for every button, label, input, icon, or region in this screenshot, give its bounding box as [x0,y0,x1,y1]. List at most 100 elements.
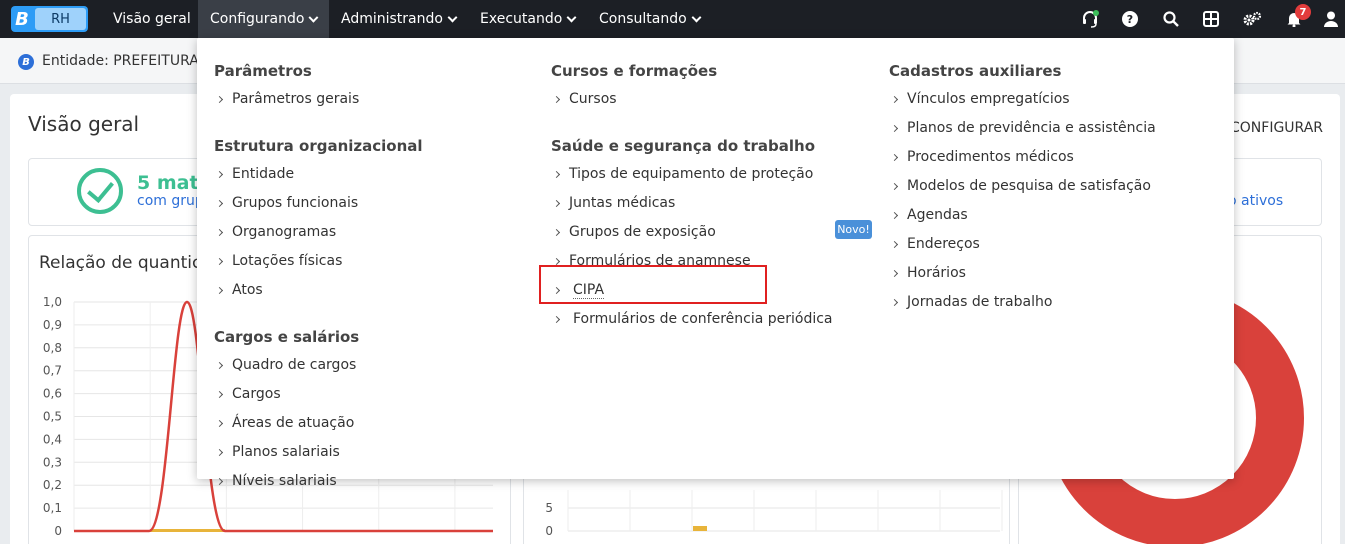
chevron-right-icon [890,124,899,132]
chevron-right-icon [215,448,224,456]
menu-section-title: Estrutura organizacional [214,137,423,155]
nav-label: Executando [480,11,563,27]
logo-letter: B [15,8,29,30]
menu-item-label: Jornadas de trabalho [907,294,1053,310]
chevron-right-icon [215,199,224,207]
search-icon[interactable] [1158,0,1184,38]
menu-item-modelos-de-pesquisa-de-satisfacao[interactable]: Modelos de pesquisa de satisfação [890,178,1151,194]
app-logo[interactable]: B RH [11,6,88,32]
menu-item-label: Grupos funcionais [232,195,359,211]
user-avatar-icon[interactable] [1318,0,1344,38]
nav-label: Administrando [341,11,443,27]
configure-link[interactable]: CONFIGURAR [1230,120,1323,136]
chevron-right-icon [552,315,561,323]
bar [693,526,707,531]
chevron-right-icon [890,153,899,161]
menu-item-label: Atos [232,282,263,298]
nav-administrando[interactable]: Administrando [329,0,468,38]
notifications-bell-icon[interactable]: 7 [1281,0,1311,38]
chevron-right-icon [215,95,224,103]
menu-item-entidade[interactable]: Entidade [215,166,294,182]
menu-item-label: Lotações físicas [232,253,343,269]
menu-section-title: Parâmetros [214,62,312,80]
y-tick-label: 5 [545,501,553,515]
chevron-right-icon [215,477,224,485]
chevron-right-icon [215,361,224,369]
nav-label: Configurando [210,11,305,27]
stat-sub-link[interactable]: com grup [137,193,204,209]
chevron-down-icon [566,12,577,22]
chevron-right-icon [890,182,899,190]
nav-executando[interactable]: Executando [468,0,587,38]
page-title: Visão geral [28,112,140,136]
menu-item-agendas[interactable]: Agendas [890,207,968,223]
menu-item-planos-salariais[interactable]: Planos salariais [215,444,340,460]
support-headset-icon[interactable] [1077,0,1103,38]
y-tick-label: 0,1 [43,501,62,515]
entity-name[interactable]: Entidade: PREFEITURA D [42,53,214,69]
svg-text:?: ? [1127,13,1133,26]
chevron-right-icon [552,199,561,207]
new-badge: Novo! [835,220,872,239]
menu-item-formularios-de-conferencia-periodica[interactable]: Formulários de conferência periódica [552,311,833,327]
menu-item-procedimentos-medicos[interactable]: Procedimentos médicos [890,149,1074,165]
menu-item-organogramas[interactable]: Organogramas [215,224,336,240]
chevron-right-icon [552,170,561,178]
menu-item-parametros-gerais[interactable]: Parâmetros gerais [215,91,359,107]
menu-item-juntas-medicas[interactable]: Juntas médicas [552,195,675,211]
stat-right-link[interactable]: o ativos [1228,193,1283,209]
check-circle-icon [77,168,123,214]
y-tick-label: 0,4 [43,432,62,446]
menu-item-label: Agendas [907,207,968,223]
y-tick-label: 0,8 [43,341,62,355]
baseline-series [150,529,225,532]
menu-item-grupos-de-exposicao[interactable]: Grupos de exposição [552,224,716,240]
chevron-right-icon [215,286,224,294]
menu-item-areas-de-atuacao[interactable]: Áreas de atuação [215,415,354,431]
menu-item-label: Juntas médicas [569,195,676,211]
menu-item-label: Cursos [569,91,617,107]
menu-item-enderecos[interactable]: Endereços [890,236,980,252]
menu-item-label: Endereços [907,236,980,252]
nav-label: Visão geral [113,11,191,27]
settings-gears-icon[interactable] [1239,0,1265,38]
apps-grid-icon[interactable] [1198,0,1224,38]
highlight-box [539,265,767,304]
y-tick-label: 0,2 [43,478,62,492]
chevron-right-icon [215,390,224,398]
menu-item-cursos[interactable]: Cursos [552,91,617,107]
bar-chart: 50 [545,490,1003,538]
chevron-right-icon [890,298,899,306]
chevron-right-icon [552,95,561,103]
chevron-down-icon [691,12,702,22]
chevron-right-icon [215,170,224,178]
chevron-right-icon [890,240,899,248]
menu-item-planos-de-previdencia-e-assistencia[interactable]: Planos de previdência e assistência [890,120,1156,136]
menu-item-label: Grupos de exposição [569,224,716,240]
menu-section-title: Cadastros auxiliares [889,62,1062,80]
nav-configurando[interactable]: Configurando [198,0,329,38]
menu-item-niveis-salariais[interactable]: Níveis salariais [215,473,337,489]
chevron-right-icon [215,228,224,236]
nav-consultando[interactable]: Consultando [587,0,712,38]
menu-item-label: Vínculos empregatícios [907,91,1070,107]
menu-item-atos[interactable]: Atos [215,282,263,298]
menu-item-label: Organogramas [232,224,337,240]
menu-item-quadro-de-cargos[interactable]: Quadro de cargos [215,357,356,373]
menu-item-jornadas-de-trabalho[interactable]: Jornadas de trabalho [890,294,1052,310]
menu-item-grupos-funcionais[interactable]: Grupos funcionais [215,195,358,211]
menu-item-horarios[interactable]: Horários [890,265,966,281]
chevron-right-icon [215,257,224,265]
menu-item-lotacoes-fisicas[interactable]: Lotações físicas [215,253,342,269]
menu-item-label: Horários [907,265,966,281]
nav-visao-geral[interactable]: Visão geral [101,0,203,38]
y-tick-label: 0 [545,524,553,538]
menu-item-tipos-de-equipamento-de-protecao[interactable]: Tipos de equipamento de proteção [552,166,813,182]
menu-item-label: Procedimentos médicos [907,149,1074,165]
menu-item-vinculos-empregaticios[interactable]: Vínculos empregatícios [890,91,1070,107]
menu-item-label: Quadro de cargos [232,357,357,373]
menu-item-cargos[interactable]: Cargos [215,386,281,402]
chevron-right-icon [890,269,899,277]
menu-item-label: Parâmetros gerais [232,91,360,107]
help-icon[interactable]: ? [1117,0,1143,38]
